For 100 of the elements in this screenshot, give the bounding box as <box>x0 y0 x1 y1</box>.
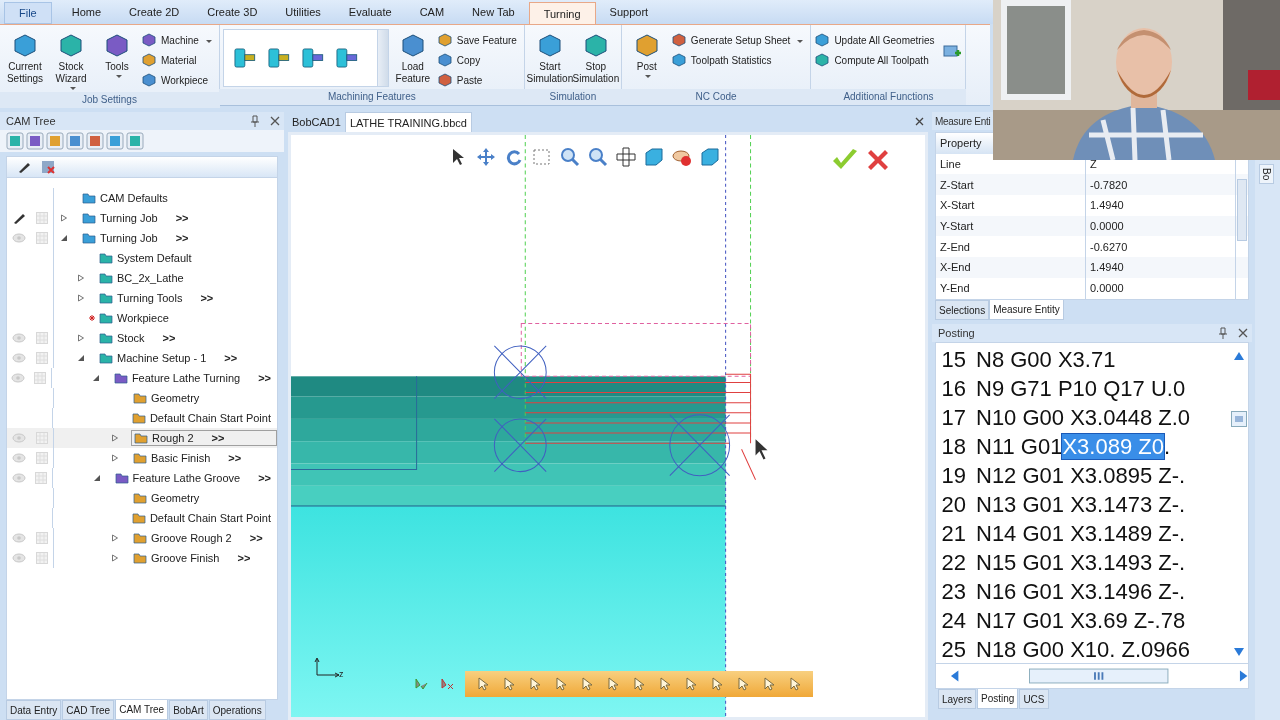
ribbon-button[interactable]: Generate Setup Sheet <box>670 31 808 49</box>
expander-icon[interactable] <box>92 474 101 482</box>
ribbon-button[interactable]: Paste <box>436 71 521 89</box>
ribbon-button[interactable]: Load Feature <box>390 29 435 87</box>
close-icon[interactable] <box>915 117 924 126</box>
ribbon-button[interactable]: Stop Simulation <box>573 29 618 87</box>
panel-tab[interactable]: UCS <box>1019 689 1049 709</box>
scrollbar[interactable] <box>1237 179 1247 241</box>
expand-link[interactable]: >> <box>237 552 251 564</box>
close-icon[interactable] <box>1238 328 1248 338</box>
side-tab[interactable]: Bo <box>1259 164 1274 185</box>
pin-icon[interactable] <box>1218 327 1228 339</box>
ribbon-button[interactable]: Toolpath Statistics <box>670 51 808 69</box>
expand-link[interactable]: >> <box>249 532 263 544</box>
expand-link[interactable]: >> <box>224 352 238 364</box>
tree-item[interactable]: Turning Job <box>100 212 158 224</box>
tree-item[interactable]: Groove Finish <box>151 552 220 564</box>
ribbon-tab[interactable]: CAM <box>405 0 459 24</box>
toolbar-icon[interactable] <box>86 132 104 150</box>
viewport[interactable]: z <box>288 132 928 720</box>
gallery-scrollbar[interactable] <box>376 30 388 86</box>
expander-icon[interactable] <box>111 454 119 462</box>
expander-icon[interactable] <box>77 294 85 302</box>
scroll-down-icon[interactable] <box>1233 647 1245 657</box>
ribbon-tab[interactable]: Create 2D <box>115 0 194 24</box>
expander-icon[interactable] <box>91 374 100 382</box>
ribbon-button[interactable]: Workpiece <box>141 71 216 89</box>
expander-icon[interactable] <box>60 234 68 242</box>
ribbon-button[interactable]: Start Simulation <box>527 29 572 87</box>
tree-item[interactable]: CAM Defaults <box>100 192 168 204</box>
grid-icon[interactable] <box>41 160 55 174</box>
expander-icon[interactable] <box>77 274 85 282</box>
tree-item[interactable]: Feature Lathe Turning <box>131 372 241 384</box>
panel-tab[interactable]: Operations <box>208 700 266 720</box>
toolbar-icon[interactable] <box>66 132 84 150</box>
ribbon-tab[interactable]: Home <box>57 0 116 24</box>
panel-tab[interactable]: Data Entry <box>6 700 62 720</box>
panel-tab[interactable]: Posting <box>977 689 1019 709</box>
panel-tab[interactable]: CAM Tree <box>115 700 169 720</box>
scroll-thumb[interactable] <box>1029 668 1169 684</box>
pen-icon[interactable] <box>17 160 31 174</box>
ribbon-button[interactable]: Compute All Toolpath <box>814 51 939 69</box>
ribbon-button[interactable]: Current Settings <box>3 29 47 87</box>
expander-icon[interactable] <box>60 214 68 222</box>
check-arrow-icon[interactable] <box>413 676 429 692</box>
panel-tab[interactable]: CAD Tree <box>62 700 115 720</box>
expander-icon[interactable] <box>111 434 119 442</box>
panel-tab[interactable]: Measure Entity <box>989 300 1064 320</box>
move-icon[interactable] <box>475 146 497 168</box>
scroll-left-icon[interactable] <box>950 669 960 683</box>
expander-icon[interactable] <box>77 354 85 362</box>
ribbon-tab[interactable]: Support <box>595 0 663 24</box>
expand-link[interactable]: >> <box>200 292 214 304</box>
ribbon-button[interactable]: Tools <box>95 29 139 80</box>
toolbar-icon[interactable] <box>6 132 24 150</box>
tree-item[interactable]: Default Chain Start Point <box>149 412 271 424</box>
close-icon[interactable] <box>270 116 280 126</box>
expand-link[interactable]: >> <box>228 452 242 464</box>
expander-icon[interactable] <box>111 534 119 542</box>
expand-link[interactable]: >> <box>211 432 225 444</box>
ribbon-tab[interactable]: Turning <box>528 2 596 24</box>
expander-icon[interactable] <box>111 554 119 562</box>
tree-item[interactable]: Default Chain Start Point <box>149 512 271 524</box>
ribbon-button[interactable]: Update All Geometries <box>814 31 939 49</box>
ribbon-button[interactable]: Copy <box>436 51 521 69</box>
scroll-right-icon[interactable] <box>1238 669 1248 683</box>
tree-item[interactable]: Groove Rough 2 <box>151 532 232 544</box>
expand-link[interactable]: >> <box>175 232 189 244</box>
tree-item[interactable]: Turning Tools <box>117 292 183 304</box>
tree-item[interactable]: Workpiece <box>117 312 169 324</box>
scroll-up-icon[interactable] <box>1233 351 1245 361</box>
expander-icon[interactable] <box>77 334 85 342</box>
panel-tab[interactable]: Selections <box>935 300 990 320</box>
panel-tab[interactable]: BobArt <box>169 700 208 720</box>
ribbon-tab[interactable]: Utilities <box>271 0 335 24</box>
ribbon-tab[interactable]: Create 3D <box>193 0 272 24</box>
expand-link[interactable]: >> <box>175 212 189 224</box>
tree-item[interactable]: Basic Finish <box>151 452 211 464</box>
scroll-thumb[interactable] <box>1231 411 1247 427</box>
tree-item[interactable]: Feature Lathe Groove <box>132 472 241 484</box>
ribbon-button[interactable]: Post <box>624 29 669 80</box>
cube-icon[interactable] <box>699 146 721 168</box>
zoom-icon[interactable] <box>587 146 609 168</box>
tree-item[interactable]: Geometry <box>151 492 200 504</box>
tree-item[interactable]: Rough 2 <box>152 432 194 444</box>
tree-item[interactable]: Turning Job <box>100 232 158 244</box>
toolbar-icon[interactable] <box>126 132 144 150</box>
cube-icon[interactable] <box>643 146 665 168</box>
cross-arrow-icon[interactable] <box>439 676 455 692</box>
tree-item[interactable]: Stock <box>117 332 145 344</box>
pin-icon[interactable] <box>250 115 260 127</box>
toolbar-icon[interactable] <box>106 132 124 150</box>
tree-item[interactable]: Machine Setup - 1 <box>117 352 207 364</box>
expand-link[interactable]: >> <box>258 372 271 384</box>
toolbar-icon[interactable] <box>26 132 44 150</box>
ribbon-tab[interactable]: File <box>4 2 52 24</box>
ribbon-tab[interactable]: Evaluate <box>334 0 406 24</box>
tree-item[interactable]: BC_2x_Lathe <box>117 272 184 284</box>
expand-link[interactable]: >> <box>258 472 271 484</box>
ribbon-button[interactable]: Material <box>141 51 216 69</box>
